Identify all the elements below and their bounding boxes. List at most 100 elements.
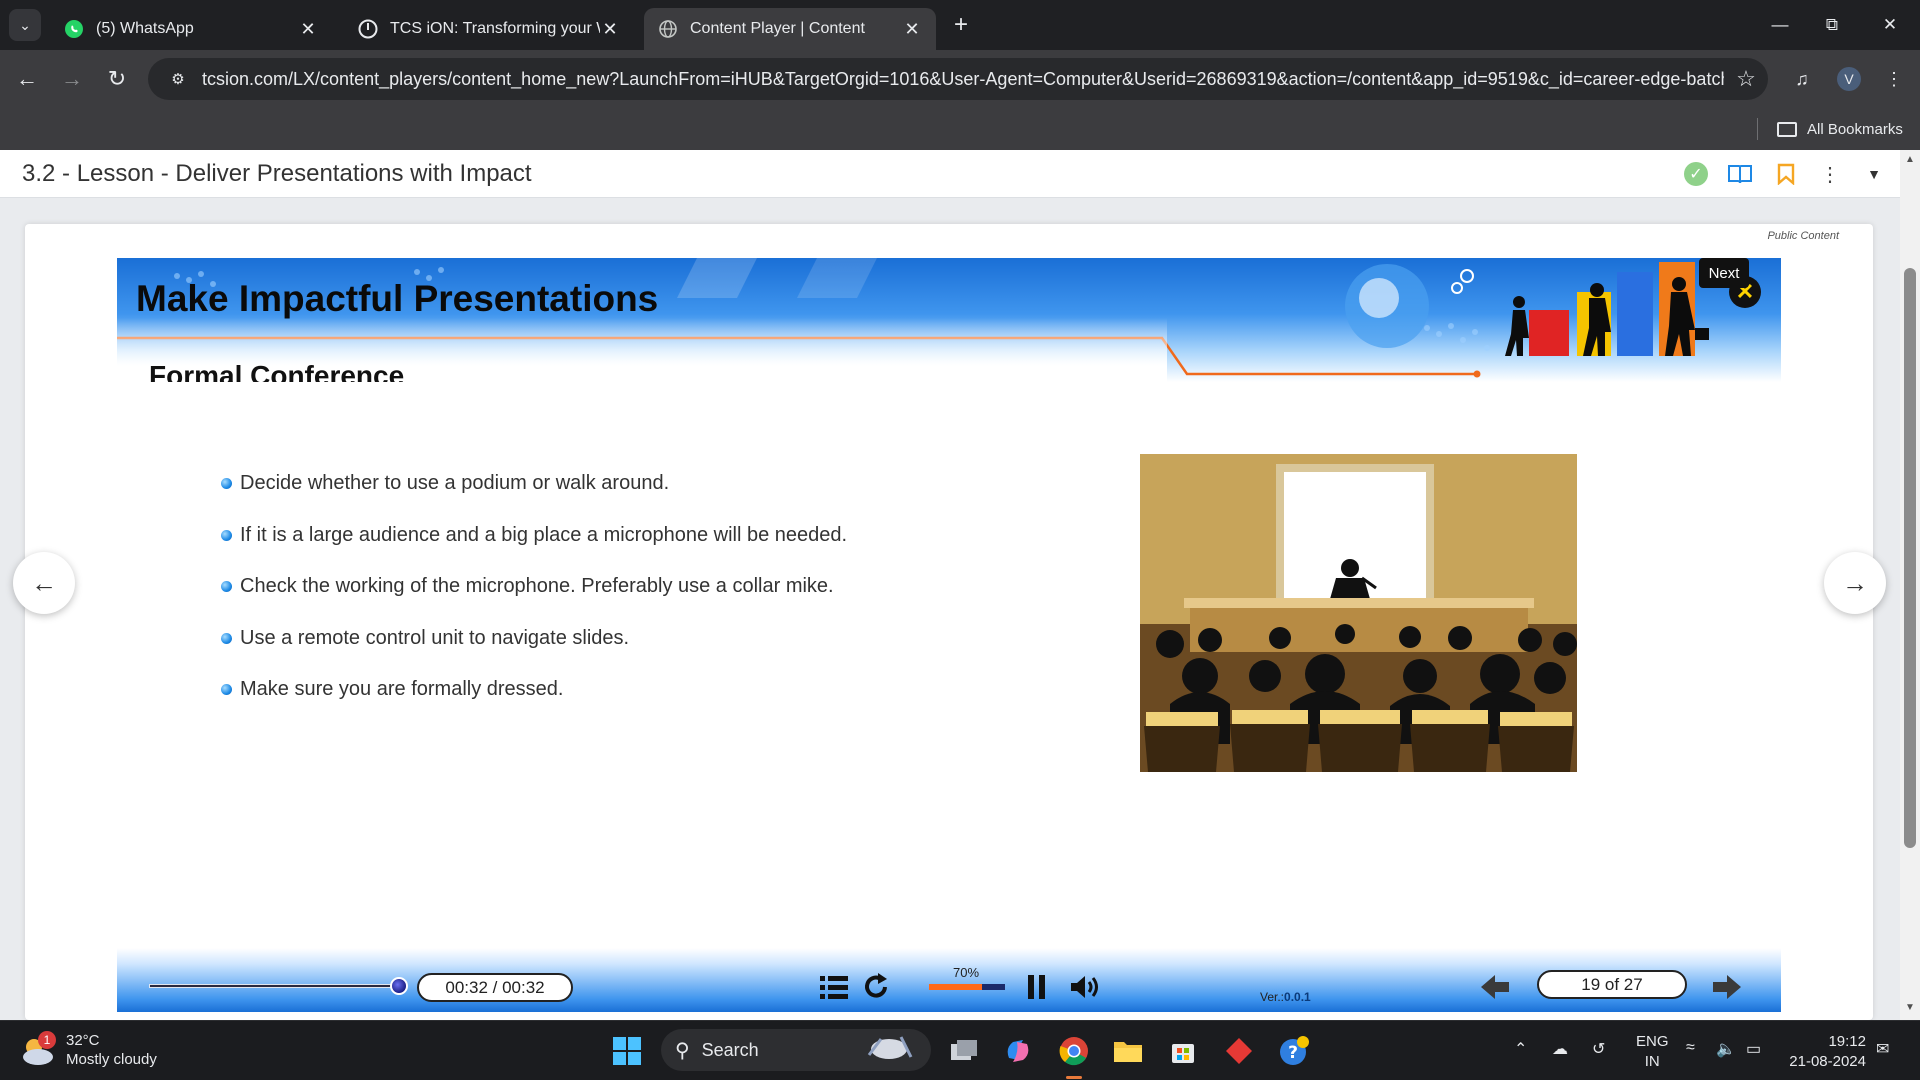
language-indicator[interactable]: ENG IN xyxy=(1636,1032,1669,1072)
region-code: IN xyxy=(1644,1053,1660,1070)
list-item: Decide whether to use a podium or walk a… xyxy=(221,458,847,510)
new-tab-button[interactable]: + xyxy=(948,11,974,38)
notification-bell-icon[interactable]: ✉ xyxy=(1876,1039,1889,1059)
bullet-icon xyxy=(221,529,232,541)
search-label: Search xyxy=(701,1039,759,1060)
svg-text:?: ? xyxy=(1288,1043,1298,1063)
active-app-indicator xyxy=(1066,1076,1082,1079)
volume-slider[interactable] xyxy=(929,984,1005,990)
next-slide-button[interactable] xyxy=(1709,970,1743,1004)
plus-icon: + xyxy=(953,11,968,38)
version-prefix: Ver.: xyxy=(1260,990,1285,1004)
system-clock[interactable]: 19:12 21-08-2024 xyxy=(1786,1032,1866,1072)
copilot-icon[interactable] xyxy=(1000,1033,1036,1069)
close-icon[interactable]: ✕ xyxy=(902,19,922,40)
bullet-text: Use a remote control unit to navigate sl… xyxy=(240,626,630,649)
weather-widget[interactable]: 1 32°C Mostly cloudy xyxy=(20,1031,157,1069)
address-bar[interactable]: ⚙ tcsion.com/LX/content_players/content_… xyxy=(148,58,1768,100)
reload-button[interactable]: ↻ xyxy=(100,62,134,96)
url-text[interactable]: tcsion.com/LX/content_players/content_ho… xyxy=(202,69,1724,90)
speaker-icon[interactable]: 🔈 xyxy=(1716,1039,1736,1059)
seek-handle[interactable] xyxy=(390,977,408,995)
site-settings-icon[interactable]: ⚙ xyxy=(158,70,198,88)
minimize-button[interactable]: — xyxy=(1760,10,1800,40)
help-icon[interactable]: ? xyxy=(1276,1033,1312,1069)
taskbar-search[interactable]: ⚲ Search xyxy=(661,1029,931,1071)
bullet-list: Decide whether to use a podium or walk a… xyxy=(221,458,847,716)
chevron-down-icon: ⌄ xyxy=(19,16,31,33)
chrome-icon[interactable] xyxy=(1056,1033,1092,1069)
caret-down-icon[interactable]: ▼ xyxy=(1860,160,1888,188)
slide-title: Make Impactful Presentations xyxy=(136,278,659,319)
reload-icon: ↻ xyxy=(107,66,127,91)
arrow-left-icon: ← xyxy=(31,567,57,598)
tab-content-player[interactable]: Content Player | Content ✕ xyxy=(644,8,936,50)
volume-label: 70% xyxy=(953,965,980,980)
scroll-down-icon[interactable]: ▼ xyxy=(1900,1002,1920,1013)
restore-icon: ⧉ xyxy=(1825,15,1839,34)
previous-page-button[interactable]: ← xyxy=(13,552,75,614)
page-indicator: 19 of 27 xyxy=(1537,970,1687,999)
restore-button[interactable]: ⧉ xyxy=(1812,10,1852,40)
file-explorer-icon[interactable] xyxy=(1110,1033,1146,1069)
all-bookmarks-button[interactable]: All Bookmarks xyxy=(1777,116,1903,142)
browser-tab-bar: ⌄ (5) WhatsApp ✕ TCS iON: Transforming y… xyxy=(0,0,1920,50)
battery-icon[interactable]: ▭ xyxy=(1746,1039,1761,1059)
tab-title: (5) WhatsApp xyxy=(96,20,194,37)
close-icon[interactable]: ✕ xyxy=(298,19,318,40)
next-page-button[interactable]: → xyxy=(1824,552,1886,614)
completed-check-icon: ✓ xyxy=(1682,160,1710,188)
red-diamond-app-icon[interactable] xyxy=(1221,1033,1257,1069)
bullet-icon xyxy=(221,632,232,644)
store-icon[interactable] xyxy=(1165,1033,1201,1069)
onedrive-icon[interactable]: ☁ xyxy=(1552,1039,1568,1059)
pause-icon[interactable] xyxy=(1020,970,1054,1004)
time-display: 00:32 / 00:32 xyxy=(417,973,573,1002)
folder-icon xyxy=(1777,121,1797,137)
profile-button[interactable]: V xyxy=(1834,64,1864,94)
tab-search-button[interactable]: ⌄ xyxy=(9,9,41,41)
list-item: Make sure you are formally dressed. xyxy=(221,664,847,716)
minimize-icon: — xyxy=(1771,15,1789,34)
windows-taskbar: 1 32°C Mostly cloudy ⚲ Search ? ⌃ ☁ ↺ EN… xyxy=(0,1020,1920,1080)
close-icon[interactable]: ✕ xyxy=(600,19,620,40)
slide-player: Make Impactful Presentations Formal Conf… xyxy=(117,258,1781,1013)
book-icon[interactable] xyxy=(1726,160,1754,188)
list-item: Check the working of the microphone. Pre… xyxy=(221,561,847,613)
scroll-up-icon[interactable]: ▲ xyxy=(1900,154,1920,165)
back-button[interactable]: ← xyxy=(10,62,44,96)
tab-title: TCS iON: Transforming your Wo xyxy=(390,20,600,37)
wifi-icon[interactable]: ≈ xyxy=(1686,1039,1695,1057)
tcs-ion-icon xyxy=(358,19,378,39)
browser-toolbar: ← → ↻ ⚙ tcsion.com/LX/content_players/co… xyxy=(0,50,1920,108)
scrollbar-thumb[interactable] xyxy=(1904,268,1916,848)
seek-bar[interactable] xyxy=(149,984,399,988)
show-hidden-icons[interactable]: ⌃ xyxy=(1514,1039,1527,1059)
bookmark-star-icon[interactable]: ☆ xyxy=(1724,66,1768,92)
task-view-icon[interactable] xyxy=(946,1033,982,1069)
avatar: V xyxy=(1837,67,1861,91)
forward-button[interactable]: → xyxy=(55,62,89,96)
weather-temp: 32°C xyxy=(66,1032,100,1049)
globe-icon xyxy=(658,19,678,39)
menu-list-icon[interactable] xyxy=(817,970,851,1004)
notification-badge: 1 xyxy=(38,1031,56,1049)
volume-fill xyxy=(929,984,983,990)
more-options-icon[interactable]: ⋮ xyxy=(1816,160,1844,188)
bullet-text: Check the working of the microphone. Pre… xyxy=(240,575,834,598)
previous-slide-button[interactable] xyxy=(1479,970,1513,1004)
page-scrollbar[interactable]: ▲ ▼ xyxy=(1900,150,1920,1020)
browser-menu-icon[interactable]: ⋮ xyxy=(1879,64,1909,94)
page-title: 3.2 - Lesson - Deliver Presentations wit… xyxy=(22,160,532,187)
bullet-icon xyxy=(221,478,232,490)
windows-start-icon[interactable] xyxy=(609,1033,645,1069)
search-icon: ⚲ xyxy=(675,1039,690,1062)
sync-icon[interactable]: ↺ xyxy=(1592,1039,1605,1059)
tab-tcs-ion[interactable]: TCS iON: Transforming your Wo ✕ xyxy=(344,8,634,50)
tab-whatsapp[interactable]: (5) WhatsApp ✕ xyxy=(50,8,332,50)
replay-icon[interactable] xyxy=(859,970,893,1004)
volume-icon[interactable] xyxy=(1068,970,1102,1004)
bookmark-icon[interactable] xyxy=(1772,160,1800,188)
close-window-button[interactable]: ✕ xyxy=(1870,10,1910,40)
media-control-icon[interactable]: ♫ xyxy=(1787,64,1817,94)
